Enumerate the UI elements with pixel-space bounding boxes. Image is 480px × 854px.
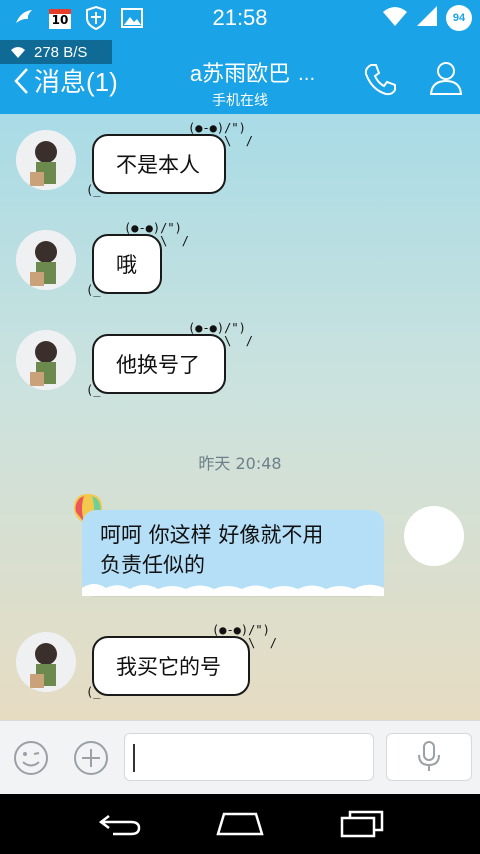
message-input[interactable] xyxy=(124,733,374,781)
cloud-decoration xyxy=(82,584,384,596)
back-icon xyxy=(99,815,141,836)
navigation-bar xyxy=(0,794,480,854)
message-text: 我买它的号 xyxy=(116,655,221,679)
profile-button[interactable] xyxy=(424,56,468,100)
more-indicator: ... xyxy=(298,64,316,85)
recents-icon xyxy=(340,810,384,838)
battery-icon: 94 xyxy=(446,5,472,31)
plus-button[interactable] xyxy=(72,739,110,777)
message-text-line2: 负责任似的 xyxy=(100,553,205,577)
bubble-foot-decoration: (_ xyxy=(86,283,101,297)
message-bubble[interactable]: 不是本人 xyxy=(92,134,226,194)
contact-status: 手机在线 xyxy=(212,93,268,109)
bubble-foot-decoration: (_ xyxy=(86,685,101,699)
back-button[interactable]: 消息(1) xyxy=(12,62,118,99)
wifi-icon xyxy=(382,5,408,31)
my-avatar[interactable] xyxy=(404,506,464,566)
message-bubble[interactable]: 哦 xyxy=(92,234,162,294)
contact-avatar[interactable] xyxy=(16,230,76,290)
nav-back-button[interactable] xyxy=(96,808,146,840)
message-bubble[interactable]: 我买它的号 xyxy=(92,636,250,696)
nav-home-button[interactable] xyxy=(215,808,265,840)
wifi-small-icon xyxy=(11,47,25,58)
microphone-icon xyxy=(418,741,440,771)
message-text-line1: 呵呵 你这样 好像就不用 xyxy=(100,523,324,547)
my-message-bubble[interactable]: 呵呵 你这样 好像就不用 负责任似的 xyxy=(82,510,384,596)
plus-icon xyxy=(74,741,108,775)
signal-icon xyxy=(416,5,438,31)
input-bar xyxy=(0,720,480,794)
emoji-button[interactable] xyxy=(12,739,50,777)
call-button[interactable] xyxy=(358,58,402,102)
message-bubble[interactable]: 他换号了 xyxy=(92,334,226,394)
message-text: 哦 xyxy=(116,253,137,277)
status-bar: 10 21:58 94 xyxy=(0,0,480,38)
phone-icon xyxy=(364,64,396,96)
back-label: 消息(1) xyxy=(34,67,118,97)
message-text: 他换号了 xyxy=(116,353,200,377)
chat-header: 278 B/S 消息(1) a苏雨欧巴 手机在线 ... xyxy=(0,38,480,114)
home-icon xyxy=(216,812,264,836)
chat-area[interactable]: (●-●)/") o \ / 不是本人 (_ (●-●)/") o \ / 哦 … xyxy=(0,114,480,720)
nav-recents-button[interactable] xyxy=(336,808,386,840)
chevron-left-icon xyxy=(14,67,28,94)
bubble-foot-decoration: (_ xyxy=(86,183,101,197)
network-speed-indicator: 278 B/S xyxy=(0,40,112,64)
emoji-icon xyxy=(14,741,48,775)
contact-avatar[interactable] xyxy=(16,330,76,390)
contact-avatar[interactable] xyxy=(16,130,76,190)
contact-avatar[interactable] xyxy=(16,632,76,692)
person-icon xyxy=(429,62,463,95)
message-timestamp: 昨天 20:48 xyxy=(198,454,282,473)
message-text: 不是本人 xyxy=(116,153,200,177)
text-cursor xyxy=(133,744,135,772)
network-speed-label: 278 B/S xyxy=(34,43,88,61)
bubble-foot-decoration: (_ xyxy=(86,383,101,397)
voice-button[interactable] xyxy=(386,733,472,781)
